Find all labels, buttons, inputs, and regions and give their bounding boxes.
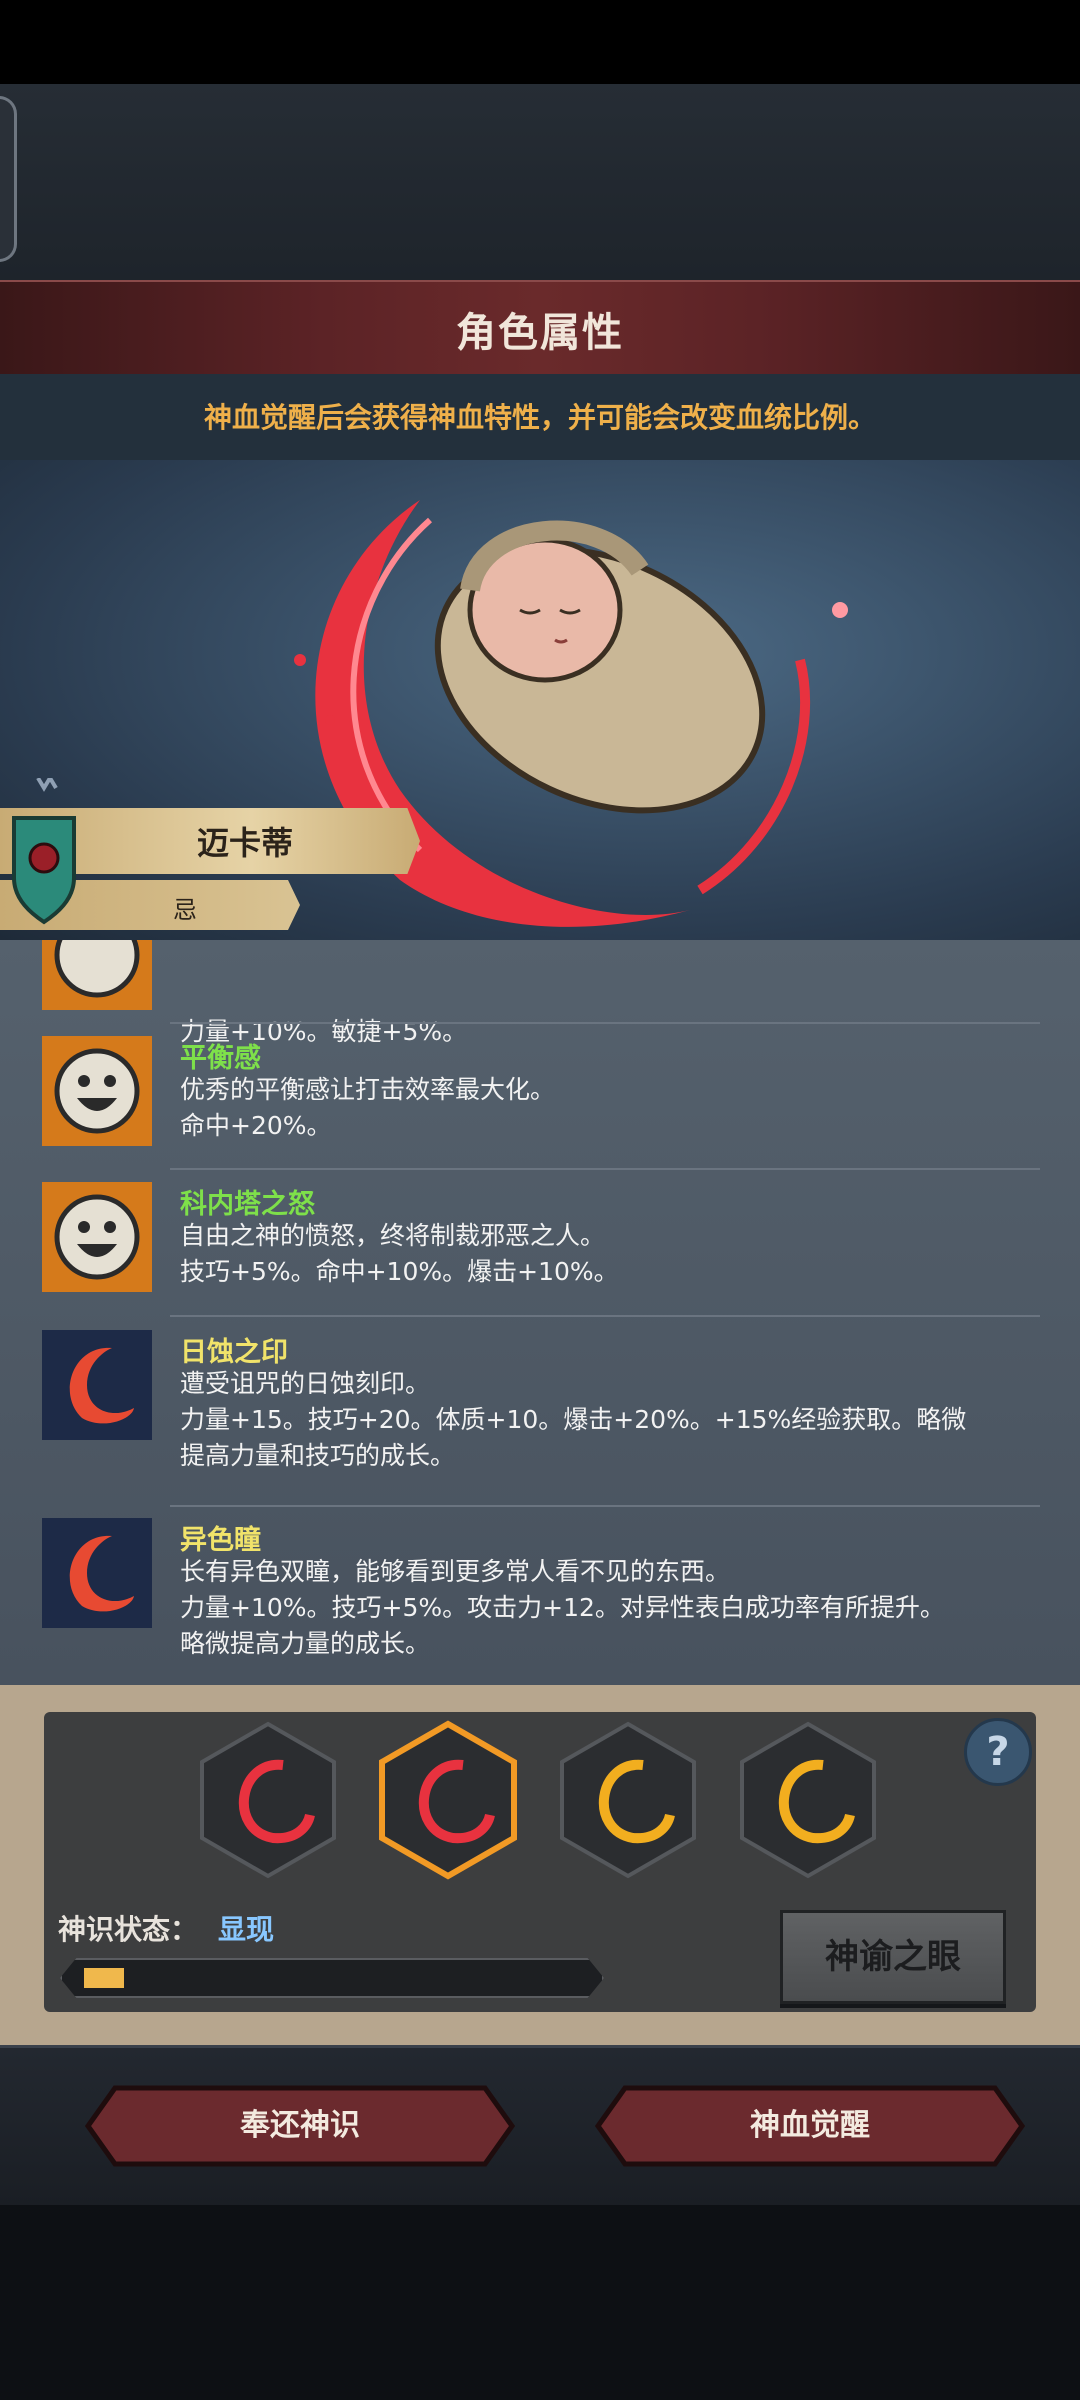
smiley-face-icon bbox=[42, 940, 152, 1010]
blood-slot-2[interactable] bbox=[378, 1720, 518, 1880]
navigation-bar-area bbox=[0, 2205, 1080, 2400]
trait-effects: 力量+10%。技巧+5%。攻击力+12。对异性表白成功率有所提升。 bbox=[180, 1593, 945, 1622]
smiley-face-icon bbox=[42, 1182, 152, 1292]
trait-name: 科内塔之怒 bbox=[180, 1189, 315, 1220]
trait-name: 日蚀之印 bbox=[180, 1337, 288, 1368]
trait-description: 遭受诅咒的日蚀刻印。 bbox=[180, 1369, 431, 1398]
divine-status-value: 显现 bbox=[218, 1913, 275, 1946]
return-divine-button[interactable]: 奉还神识 bbox=[85, 2085, 515, 2167]
divider bbox=[170, 1168, 1040, 1170]
clan-shield-icon bbox=[12, 778, 76, 925]
blood-slot-4[interactable] bbox=[738, 1720, 878, 1880]
blood-slot-3[interactable] bbox=[558, 1720, 698, 1880]
divider bbox=[170, 1022, 1040, 1024]
progress-fill bbox=[84, 1968, 124, 1988]
divider bbox=[170, 1505, 1040, 1507]
blood-slot-1[interactable] bbox=[198, 1720, 338, 1880]
divine-status-label: 神识状态： bbox=[58, 1913, 199, 1946]
page-subtitle: 神血觉醒后会获得神血特性，并可能会改变血统比例。 bbox=[203, 401, 876, 434]
trait-description: 自由之神的愤怒，终将制裁邪恶之人。 bbox=[180, 1221, 606, 1250]
top-background bbox=[0, 84, 1080, 280]
side-drawer-tab[interactable] bbox=[0, 96, 17, 262]
divider bbox=[170, 1315, 1040, 1317]
trait-effects: 命中+20%。 bbox=[180, 1111, 332, 1140]
blood-awaken-label: 神血觉醒 bbox=[750, 2108, 870, 2143]
return-divine-label: 奉还神识 bbox=[240, 2108, 360, 2143]
trait-effects: 技巧+5%。命中+10%。爆击+10%。 bbox=[180, 1257, 619, 1286]
red-crescent-icon bbox=[42, 1330, 152, 1440]
trait-description: 长有异色双瞳，能够看到更多常人看不见的东西。 bbox=[180, 1557, 731, 1586]
help-icon[interactable]: ? bbox=[964, 1718, 1032, 1786]
trait-effects-continued: 略微提高力量的成长。 bbox=[180, 1629, 431, 1658]
character-name: 迈卡蒂 bbox=[196, 824, 293, 862]
divine-progress-bar bbox=[60, 1958, 604, 1998]
trait-name: 异色瞳 bbox=[180, 1525, 261, 1556]
trait-list[interactable]: 力量+10%。敏捷+5%。 平衡感 优秀的平衡感让打击效率最大化。 命中+20%… bbox=[0, 940, 1080, 1685]
trait-name: 平衡感 bbox=[180, 1043, 261, 1074]
blood-awaken-button[interactable]: 神血觉醒 bbox=[595, 2085, 1025, 2167]
trait-description: 优秀的平衡感让打击效率最大化。 bbox=[180, 1075, 556, 1104]
trait-effects-continued: 提高力量和技巧的成长。 bbox=[180, 1441, 456, 1470]
trait-effects: 力量+10%。敏捷+5%。 bbox=[180, 1017, 468, 1046]
red-crescent-icon bbox=[42, 1518, 152, 1628]
status-bar bbox=[0, 0, 1080, 84]
oracle-eye-button[interactable]: 神谕之眼 bbox=[780, 1910, 1006, 2004]
page-title: 角色属性 bbox=[456, 310, 624, 356]
character-tag: 忌 bbox=[173, 896, 197, 924]
smiley-face-icon bbox=[42, 1036, 152, 1146]
trait-effects: 力量+15。技巧+20。体质+10。爆击+20%。+15%经验获取。略微 bbox=[180, 1405, 967, 1434]
